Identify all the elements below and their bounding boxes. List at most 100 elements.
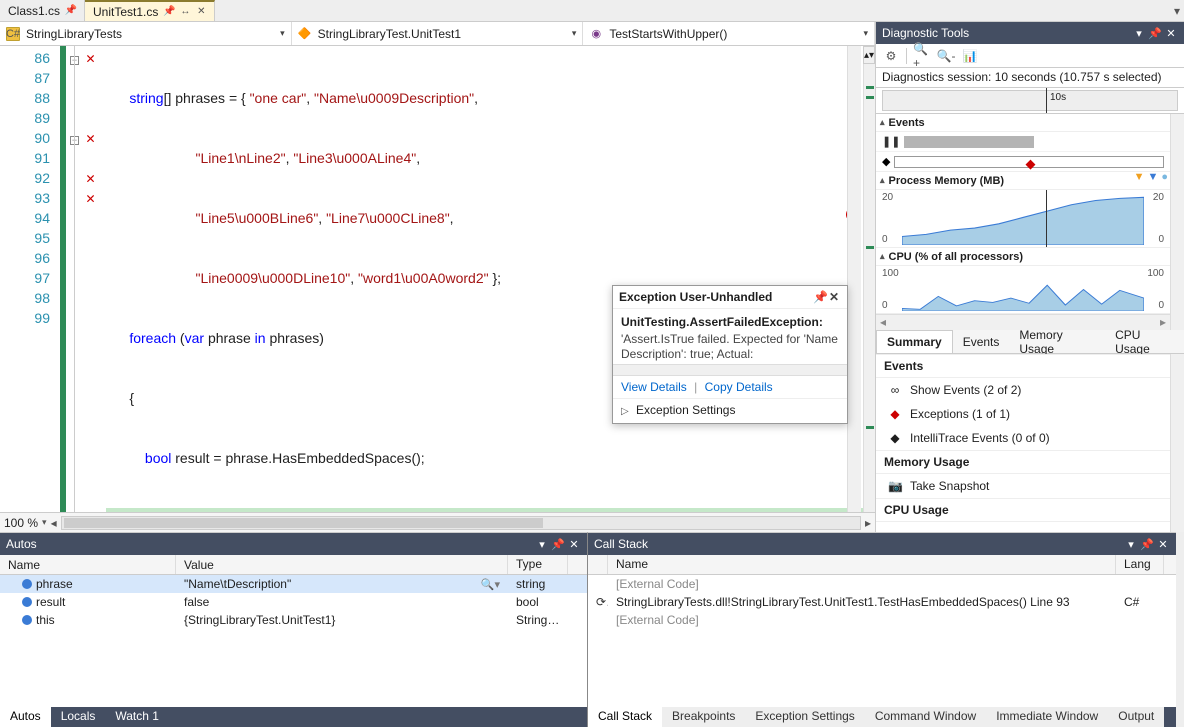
memory-section-header[interactable]: ▴Process Memory (MB) ▼▼● — [876, 172, 1170, 190]
chevron-down-icon[interactable]: ▾ — [863, 28, 868, 39]
chevron-down-icon[interactable]: ▾ — [572, 28, 577, 39]
close-icon[interactable]: ✕ — [1156, 538, 1170, 551]
autos-subtabs: Autos Locals Watch 1 — [0, 707, 587, 727]
pin-icon[interactable]: 📌 — [66, 6, 76, 16]
exception-settings-expander[interactable]: ▷ Exception Settings — [613, 398, 847, 423]
method-icon: ◉ — [589, 27, 603, 41]
column-type[interactable]: Type — [508, 555, 568, 574]
window-position-icon[interactable]: ▾ — [1132, 27, 1146, 40]
view-details-link[interactable]: View Details — [621, 380, 687, 394]
overview-ruler[interactable]: ▴▾ — [863, 46, 875, 512]
chevron-down-icon[interactable]: ▾ — [42, 517, 47, 528]
reset-zoom-icon[interactable]: 📊 — [961, 47, 979, 65]
column-name[interactable]: Name — [608, 555, 1116, 574]
visualizer-icon[interactable]: 🔍▾ — [481, 578, 500, 591]
window-position-icon[interactable]: ▾ — [1124, 538, 1138, 551]
diamond-icon: ◆ — [882, 155, 890, 168]
fold-gutter: −− — [68, 46, 86, 512]
time-ruler[interactable]: 10s — [876, 88, 1184, 114]
subtab-callstack[interactable]: Call Stack — [588, 707, 662, 727]
table-row[interactable]: resultfalsebool — [0, 593, 587, 611]
tab-class1[interactable]: Class1.cs 📌 — [0, 0, 85, 21]
chevron-down-icon[interactable]: ▾ — [280, 28, 285, 39]
cpu-section-header[interactable]: ▴CPU (% of all processors) — [876, 248, 1170, 266]
code-editor[interactable]: ⟳ 8687888990919293949596979899 −− ✕✕✕✕ s… — [0, 46, 875, 512]
summary-memory-header: Memory Usage — [876, 450, 1170, 474]
diagnostics-session-label: Diagnostics session: 10 seconds (10.757 … — [876, 68, 1184, 88]
chevron-down-icon: ▴ — [880, 175, 885, 186]
coverage-gutter — [60, 46, 66, 512]
table-row[interactable]: [External Code] — [588, 575, 1176, 593]
panel-title: Call Stack — [594, 537, 648, 551]
intellitrace-link[interactable]: ◆IntelliTrace Events (0 of 0) — [876, 426, 1170, 450]
table-row[interactable]: [External Code] — [588, 611, 1176, 629]
breadcrumb-namespace[interactable]: C# StringLibraryTests ▾ — [0, 22, 292, 45]
chevron-down-icon: ▴ — [880, 117, 885, 128]
chevron-right-icon: ▷ — [621, 406, 629, 417]
subtab-exception-settings[interactable]: Exception Settings — [745, 707, 864, 727]
exception-scrollbar[interactable] — [613, 364, 847, 376]
variable-icon — [22, 615, 32, 625]
summary-vertical-scrollbar[interactable] — [1170, 354, 1184, 532]
breadcrumb-class[interactable]: 🔶 StringLibraryTest.UnitTest1 ▾ — [292, 22, 584, 45]
pin-icon[interactable]: 📌 — [551, 538, 565, 551]
split-icon[interactable]: ▴▾ — [863, 46, 875, 64]
subtab-output[interactable]: Output — [1108, 707, 1164, 727]
breadcrumb-method[interactable]: ◉ TestStartsWithUpper() ▾ — [583, 22, 875, 45]
exception-marker-icon[interactable]: ◆ — [1025, 156, 1035, 172]
subtab-breakpoints[interactable]: Breakpoints — [662, 707, 745, 727]
show-events-link[interactable]: ∞Show Events (2 of 2) — [876, 378, 1170, 402]
tab-overflow-dropdown[interactable]: ▾ — [1170, 0, 1184, 21]
close-icon[interactable]: ✕ — [196, 7, 206, 17]
pin-icon[interactable]: 📌 — [164, 7, 174, 17]
zoom-level[interactable]: 100 % — [4, 516, 38, 530]
subtab-watch1[interactable]: Watch 1 — [105, 707, 169, 727]
tab-label: UnitTest1.cs — [93, 5, 158, 19]
events-icon: ∞ — [888, 383, 902, 397]
tab-unittest1[interactable]: UnitTest1.cs 📌 ↔ ✕ — [85, 0, 215, 21]
scroll-left-icon[interactable]: ◂ — [51, 516, 57, 530]
summary-cpu-header: CPU Usage — [876, 498, 1170, 522]
refresh-icon[interactable]: ⟳ — [0, 178, 4, 192]
vertical-scrollbar[interactable] — [847, 46, 861, 512]
table-row[interactable]: this{StringLibraryTest.UnitTest1}StringL… — [0, 611, 587, 629]
window-position-icon[interactable]: ▾ — [535, 538, 549, 551]
breakpoint-gutter[interactable]: ✕✕✕✕ — [86, 46, 106, 512]
callstack-grid[interactable]: [External Code]⟳StringLibraryTests.dll!S… — [588, 575, 1176, 707]
subtab-autos[interactable]: Autos — [0, 707, 51, 727]
gear-icon[interactable]: ⚙ — [882, 47, 900, 65]
exceptions-link[interactable]: ◆Exceptions (1 of 1) — [876, 402, 1170, 426]
cpu-chart[interactable]: 100 0 100 0 — [876, 266, 1170, 314]
zoom-out-icon[interactable]: 🔍- — [937, 47, 955, 65]
events-section-header[interactable]: ▴Events — [876, 114, 1170, 132]
column-lang[interactable]: Lang — [1116, 555, 1164, 574]
pin-icon[interactable]: 📌 — [1140, 538, 1154, 551]
column-name[interactable]: Name — [0, 555, 176, 574]
autos-column-headers: Name Value Type — [0, 555, 587, 575]
close-icon[interactable]: ✕ — [567, 538, 581, 551]
table-row[interactable]: phrase"Name\tDescription"🔍▾string — [0, 575, 587, 593]
tab-summary[interactable]: Summary — [876, 330, 953, 353]
variable-icon — [22, 597, 32, 607]
tab-events[interactable]: Events — [953, 331, 1010, 353]
memory-chart[interactable]: 20 0 20 0 — [876, 190, 1170, 248]
code-text[interactable]: string[] phrases = { "one car", "Name\u0… — [106, 46, 875, 512]
autos-titlebar: Autos ▾ 📌 ✕ — [0, 533, 587, 555]
camera-icon: 📷 — [888, 479, 902, 493]
column-value[interactable]: Value — [176, 555, 508, 574]
take-snapshot-link[interactable]: 📷Take Snapshot — [876, 474, 1170, 498]
close-icon[interactable]: ✕ — [1164, 27, 1178, 40]
diag-vertical-scrollbar[interactable] — [1170, 114, 1184, 330]
autos-grid[interactable]: phrase"Name\tDescription"🔍▾string result… — [0, 575, 587, 707]
subtab-immediate-window[interactable]: Immediate Window — [986, 707, 1108, 727]
table-row[interactable]: ⟳StringLibraryTests.dll!StringLibraryTes… — [588, 593, 1176, 611]
subtab-locals[interactable]: Locals — [51, 707, 106, 727]
close-icon[interactable]: ✕ — [827, 290, 841, 304]
copy-details-link[interactable]: Copy Details — [705, 380, 773, 394]
scroll-right-icon[interactable]: ▸ — [865, 516, 871, 530]
zoom-in-icon[interactable]: 🔍+ — [913, 47, 931, 65]
pin-icon[interactable]: 📌 — [813, 290, 827, 304]
subtab-command-window[interactable]: Command Window — [865, 707, 986, 727]
pin-icon[interactable]: 📌 — [1148, 27, 1162, 40]
horizontal-scrollbar[interactable] — [61, 516, 861, 530]
